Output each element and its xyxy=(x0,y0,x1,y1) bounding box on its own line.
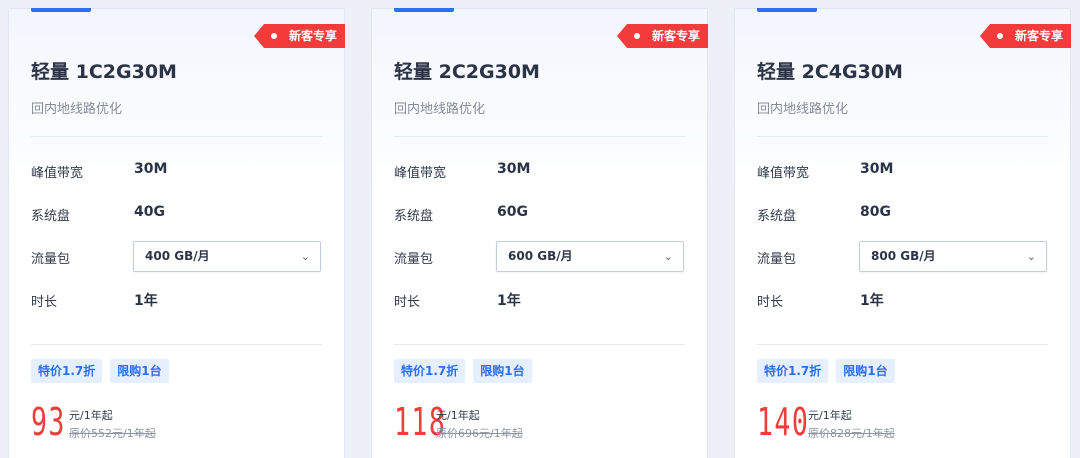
product-card-2c4g[interactable]: 新客专享 轻量 2C4G30M 回内地线路优化 峰值带宽 30M 系统盘 80G… xyxy=(734,8,1071,458)
spec-row-duration: 时长 1年 xyxy=(31,284,322,314)
original-price: 原价552元/1年起 xyxy=(69,427,156,440)
chevron-down-icon: ⌄ xyxy=(300,250,310,263)
discount-badge: 特价1.7折 xyxy=(31,359,103,383)
spec-label: 时长 xyxy=(394,295,421,310)
spec-label: 流量包 xyxy=(394,252,434,267)
limit-badge: 限购1台 xyxy=(473,359,532,383)
price-value: 93 xyxy=(31,400,66,444)
spec-row-bandwidth: 峰值带宽 30M xyxy=(394,155,685,185)
promo-badges: 特价1.7折 限购1台 xyxy=(757,359,903,383)
traffic-select[interactable]: 800 GB/月 ⌄ xyxy=(859,241,1047,272)
original-price: 原价696元/1年起 xyxy=(436,427,523,440)
product-card-2c2g[interactable]: 新客专享 轻量 2C2G30M 回内地线路优化 峰值带宽 30M 系统盘 60G… xyxy=(371,8,708,458)
spec-label: 流量包 xyxy=(31,252,71,267)
spec-row-duration: 时长 1年 xyxy=(757,284,1048,314)
spec-value: 60G xyxy=(497,204,528,220)
divider xyxy=(31,136,322,137)
traffic-select[interactable]: 600 GB/月 ⌄ xyxy=(496,241,684,272)
spec-value: 30M xyxy=(860,161,894,177)
price-unit: 元/1年起 xyxy=(69,409,113,422)
traffic-select-value: 600 GB/月 xyxy=(508,249,573,263)
tag-label: 新客专享 xyxy=(1014,29,1063,43)
spec-row-disk: 系统盘 60G xyxy=(394,198,685,228)
limit-badge: 限购1台 xyxy=(836,359,895,383)
spec-label: 系统盘 xyxy=(31,209,71,224)
discount-badge: 特价1.7折 xyxy=(394,359,466,383)
spec-row-disk: 系统盘 40G xyxy=(31,198,322,228)
card-subtitle: 回内地线路优化 xyxy=(31,102,123,117)
product-card-1c2g[interactable]: 新客专享 轻量 1C2G30M 回内地线路优化 峰值带宽 30M 系统盘 40G… xyxy=(8,8,345,458)
card-accent-bar xyxy=(394,8,454,12)
card-subtitle: 回内地线路优化 xyxy=(394,102,486,117)
divider xyxy=(757,136,1048,137)
spec-row-disk: 系统盘 80G xyxy=(757,198,1048,228)
spec-label: 峰值带宽 xyxy=(757,166,810,181)
chevron-down-icon: ⌄ xyxy=(663,250,673,263)
spec-row-duration: 时长 1年 xyxy=(394,284,685,314)
promo-badges: 特价1.7折 限购1台 xyxy=(31,359,177,383)
new-customer-tag: 新客专享 xyxy=(616,24,708,48)
traffic-select[interactable]: 400 GB/月 ⌄ xyxy=(133,241,321,272)
card-title: 轻量 2C4G30M xyxy=(757,61,903,83)
spec-label: 系统盘 xyxy=(394,209,434,224)
original-price: 原价828元/1年起 xyxy=(808,427,895,440)
divider xyxy=(31,344,322,345)
divider xyxy=(394,136,685,137)
traffic-select-value: 400 GB/月 xyxy=(145,249,210,263)
spec-row-traffic: 流量包 400 GB/月 ⌄ xyxy=(31,241,322,272)
discount-badge: 特价1.7折 xyxy=(757,359,829,383)
spec-value: 40G xyxy=(134,204,165,220)
traffic-select-value: 800 GB/月 xyxy=(871,249,936,263)
spec-label: 峰值带宽 xyxy=(31,166,84,181)
card-subtitle: 回内地线路优化 xyxy=(757,102,849,117)
card-title: 轻量 2C2G30M xyxy=(394,61,540,83)
card-accent-bar xyxy=(31,8,91,12)
spec-value: 80G xyxy=(860,204,891,220)
limit-badge: 限购1台 xyxy=(110,359,169,383)
spec-row-traffic: 流量包 600 GB/月 ⌄ xyxy=(394,241,685,272)
spec-value: 30M xyxy=(497,161,531,177)
spec-row-bandwidth: 峰值带宽 30M xyxy=(757,155,1048,185)
price-unit: 元/1年起 xyxy=(436,409,480,422)
chevron-down-icon: ⌄ xyxy=(1026,250,1036,263)
spec-label: 系统盘 xyxy=(757,209,797,224)
tag-label: 新客专享 xyxy=(288,29,337,43)
spec-label: 流量包 xyxy=(757,252,797,267)
price-unit: 元/1年起 xyxy=(808,409,852,422)
dot-icon xyxy=(996,33,1003,39)
promo-badges: 特价1.7折 限购1台 xyxy=(394,359,540,383)
new-customer-tag: 新客专享 xyxy=(253,24,345,48)
price-value: 140 xyxy=(757,400,810,444)
dot-icon xyxy=(270,33,277,39)
spec-value: 30M xyxy=(134,161,168,177)
divider xyxy=(757,344,1048,345)
spec-label: 时长 xyxy=(757,295,784,310)
new-customer-tag: 新客专享 xyxy=(979,24,1071,48)
card-accent-bar xyxy=(757,8,817,12)
spec-label: 时长 xyxy=(31,295,58,310)
dot-icon xyxy=(633,33,640,39)
divider xyxy=(394,344,685,345)
spec-value: 1年 xyxy=(860,293,884,309)
spec-row-traffic: 流量包 800 GB/月 ⌄ xyxy=(757,241,1048,272)
spec-label: 峰值带宽 xyxy=(394,166,447,181)
tag-label: 新客专享 xyxy=(651,29,700,43)
product-cards: 新客专享 轻量 1C2G30M 回内地线路优化 峰值带宽 30M 系统盘 40G… xyxy=(0,0,1080,458)
spec-value: 1年 xyxy=(134,293,158,309)
card-title: 轻量 1C2G30M xyxy=(31,61,177,83)
spec-value: 1年 xyxy=(497,293,521,309)
spec-row-bandwidth: 峰值带宽 30M xyxy=(31,155,322,185)
